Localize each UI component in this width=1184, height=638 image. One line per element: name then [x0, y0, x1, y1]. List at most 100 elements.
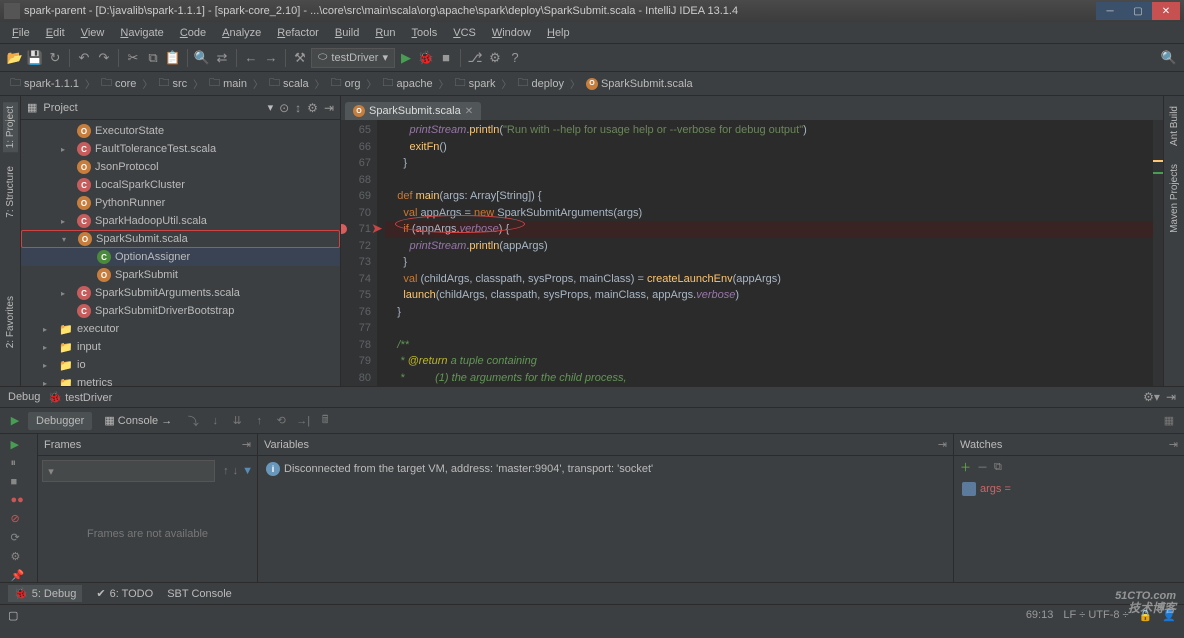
menu-build[interactable]: Build — [327, 24, 367, 42]
tree-item[interactable]: OSparkSubmit.scala — [21, 230, 340, 248]
menu-run[interactable]: Run — [367, 24, 403, 42]
resume-icon[interactable]: ▶ — [11, 438, 27, 451]
view-breakpoints-icon[interactable]: ●● — [11, 494, 27, 506]
editor-gutter[interactable]: 6566676869707172737475767778798081 — [341, 120, 377, 386]
rerun-icon[interactable]: ▶ — [6, 412, 24, 430]
stop-icon[interactable]: ■ — [437, 49, 455, 67]
tree-item[interactable]: 📁io — [21, 356, 340, 374]
ant-build-tab[interactable]: Ant Build — [1167, 102, 1182, 150]
menu-analyze[interactable]: Analyze — [214, 24, 269, 42]
help-icon[interactable]: ? — [506, 49, 524, 67]
step-over-icon[interactable]: ⤵ — [184, 412, 202, 430]
collapse-icon[interactable]: ↕ — [295, 101, 301, 115]
menu-tools[interactable]: Tools — [404, 24, 446, 42]
menu-view[interactable]: View — [73, 24, 113, 42]
menu-help[interactable]: Help — [539, 24, 578, 42]
maven-projects-tab[interactable]: Maven Projects — [1167, 160, 1182, 237]
breadcrumb-seg[interactable]: 🗀deploy — [514, 72, 568, 95]
cut-icon[interactable]: ✂ — [124, 49, 142, 67]
project-tool-tab[interactable]: 1: Project — [3, 102, 18, 152]
todo-tool-tab[interactable]: ✔ 6: TODO — [96, 587, 153, 600]
duplicate-watch-icon[interactable]: ⧉ — [994, 461, 1002, 474]
structure-tool-tab[interactable]: 7: Structure — [3, 162, 18, 222]
tree-item[interactable]: CFaultToleranceTest.scala — [21, 140, 340, 158]
breadcrumb-seg[interactable]: 🗀scala — [265, 72, 313, 95]
watch-item[interactable]: args = — [962, 482, 1176, 496]
console-tab[interactable]: ▦ Console → — [96, 411, 180, 430]
settings-debug-icon[interactable]: ⚙ — [11, 550, 27, 563]
add-watch-icon[interactable]: ＋ — [960, 459, 971, 475]
menu-navigate[interactable]: Navigate — [112, 24, 171, 42]
variables-hide-icon[interactable]: ⇥ — [938, 438, 947, 451]
debug-icon[interactable]: 🐞 — [417, 49, 435, 67]
menu-refactor[interactable]: Refactor — [269, 24, 327, 42]
scroll-to-icon[interactable]: ⊙ — [279, 101, 289, 115]
breadcrumb-seg[interactable]: 🗀core — [97, 72, 140, 95]
step-out-icon[interactable]: ↑ — [250, 412, 268, 430]
menu-file[interactable]: File — [4, 24, 38, 42]
back-icon[interactable]: ← — [242, 49, 260, 67]
breadcrumb-seg[interactable]: 🗀spark-1.1.1 — [6, 72, 83, 95]
build-icon[interactable]: ⚒ — [291, 49, 309, 67]
mute-breakpoints-icon[interactable]: ⊘ — [11, 512, 27, 525]
open-icon[interactable]: 📂 — [6, 49, 24, 67]
hector-icon[interactable]: 👤 — [1162, 609, 1176, 622]
tree-item[interactable]: COptionAssigner — [21, 248, 340, 266]
settings-icon[interactable]: ⚙ — [486, 49, 504, 67]
debug-gear-icon[interactable]: ⚙▾ — [1143, 390, 1160, 404]
pin-icon[interactable]: 📌 — [11, 569, 27, 582]
sync-icon[interactable]: ↻ — [46, 49, 64, 67]
gear-icon[interactable]: ⚙ — [307, 101, 318, 115]
project-view-title[interactable]: Project — [43, 102, 261, 114]
breadcrumb-seg[interactable]: 🗀main — [205, 72, 251, 95]
breadcrumb-seg[interactable]: 🗀spark — [451, 72, 500, 95]
tree-item[interactable]: OPythonRunner — [21, 194, 340, 212]
code-area[interactable]: ➤ printStream.println("Run with --help f… — [377, 120, 1153, 386]
error-stripe[interactable] — [1153, 120, 1163, 386]
project-tree[interactable]: OExecutorStateCFaultToleranceTest.scalaO… — [21, 120, 340, 386]
close-tab-icon[interactable]: ✕ — [465, 106, 473, 117]
minimize-button[interactable]: ─ — [1096, 2, 1124, 20]
project-combo-icon[interactable]: ▦ — [27, 101, 37, 114]
evaluate-icon[interactable]: 🖩 — [316, 412, 334, 430]
run-config-combo[interactable]: ⬭ testDriver ▾ — [311, 48, 395, 68]
tree-item[interactable]: OJsonProtocol — [21, 158, 340, 176]
menu-edit[interactable]: Edit — [38, 24, 73, 42]
tree-item[interactable]: CLocalSparkCluster — [21, 176, 340, 194]
breadcrumb-seg[interactable]: OSparkSubmit.scala — [582, 76, 697, 92]
tree-item[interactable]: 📁executor — [21, 320, 340, 338]
debug-hide-icon[interactable]: ⇥ — [1166, 390, 1176, 404]
menu-code[interactable]: Code — [172, 24, 214, 42]
sbt-console-tab[interactable]: SBT Console — [167, 588, 232, 600]
lock-icon[interactable]: 🔒 — [1139, 609, 1153, 622]
drop-frame-icon[interactable]: ⟲ — [272, 412, 290, 430]
hide-icon[interactable]: ⇥ — [324, 101, 334, 115]
project-view-dropdown-icon[interactable]: ▾ — [268, 101, 274, 114]
pause-icon[interactable]: ⏸ — [11, 457, 27, 470]
thread-combo[interactable]: ▾ — [42, 460, 215, 482]
menu-vcs[interactable]: VCS — [445, 24, 484, 42]
find-icon[interactable]: 🔍 — [193, 49, 211, 67]
redo-icon[interactable]: ↷ — [95, 49, 113, 67]
remove-watch-icon[interactable]: － — [977, 459, 988, 475]
tree-item[interactable]: CSparkSubmitArguments.scala — [21, 284, 340, 302]
debug-tool-tab[interactable]: 🐞 5: Debug — [8, 585, 82, 602]
encoding-label[interactable]: LF ÷ UTF-8 ÷ — [1063, 609, 1128, 622]
search-everywhere-icon[interactable]: 🔍 — [1160, 49, 1178, 67]
breadcrumb-seg[interactable]: 🗀src — [154, 72, 191, 95]
restore-layout-icon[interactable]: ⟳ — [11, 531, 27, 544]
copy-icon[interactable]: ⧉ — [144, 49, 162, 67]
stop-process-icon[interactable]: ■ — [11, 476, 27, 488]
run-icon[interactable]: ▶ — [397, 49, 415, 67]
tree-item[interactable]: 📁metrics — [21, 374, 340, 386]
favorites-tool-tab[interactable]: 2: Favorites — [3, 292, 18, 352]
undo-icon[interactable]: ↶ — [75, 49, 93, 67]
tree-item[interactable]: CSparkHadoopUtil.scala — [21, 212, 340, 230]
frames-hide-icon[interactable]: ⇥ — [242, 438, 251, 451]
tree-item[interactable]: CSparkSubmitDriverBootstrap — [21, 302, 340, 320]
paste-icon[interactable]: 📋 — [164, 49, 182, 67]
layout-icon[interactable]: ▦ — [1160, 412, 1178, 430]
save-icon[interactable]: 💾 — [26, 49, 44, 67]
watches-hide-icon[interactable]: ⇥ — [1169, 438, 1178, 451]
breadcrumb-seg[interactable]: 🗀org — [327, 72, 365, 95]
